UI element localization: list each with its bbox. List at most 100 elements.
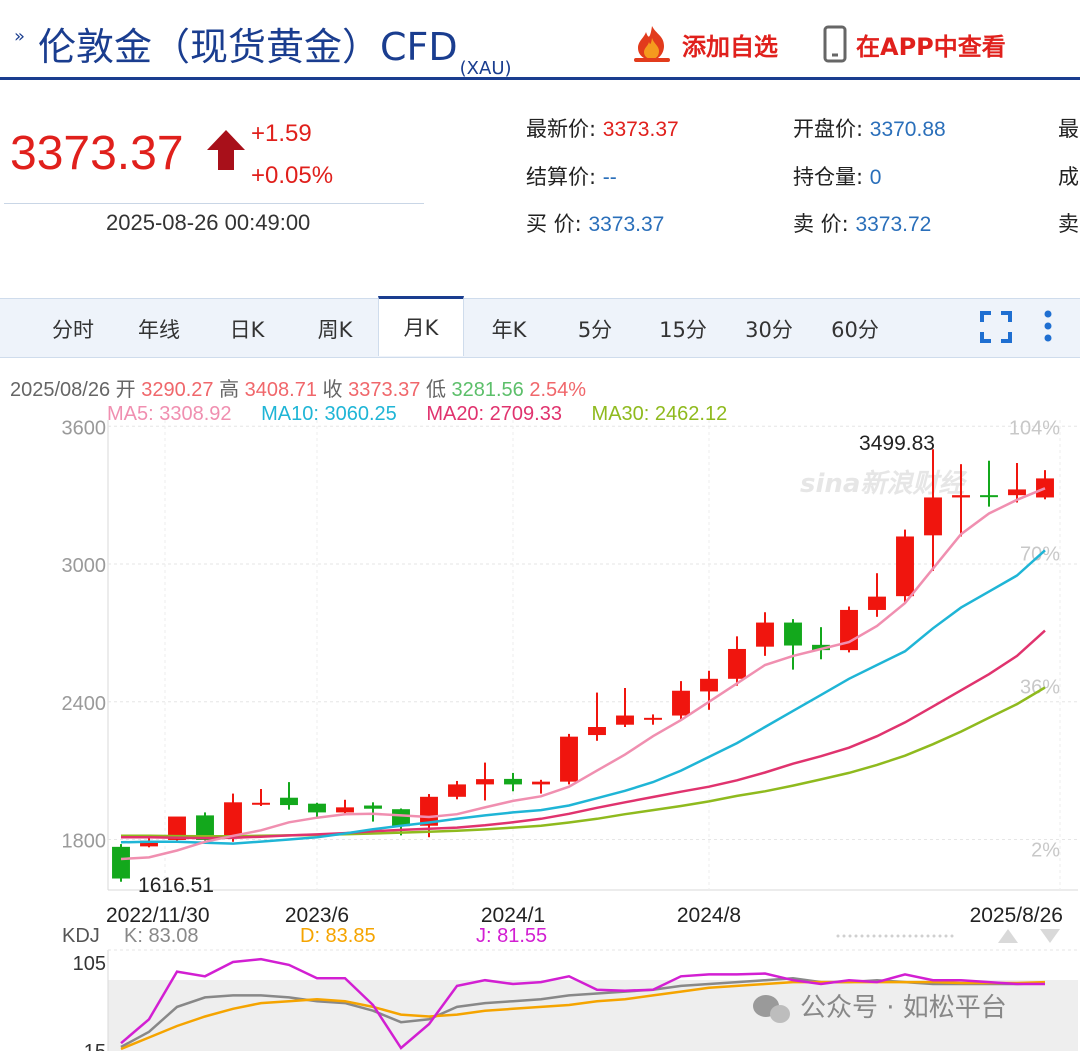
tab-6[interactable]: 5分 <box>552 299 638 357</box>
ohlc-date: 2025/08/26 <box>10 379 111 401</box>
quote-field-value: -- <box>602 166 617 189</box>
quote-divider <box>4 203 424 204</box>
tab-7[interactable]: 15分 <box>640 299 726 357</box>
tab-5[interactable]: 年K <box>466 299 552 357</box>
high-mark-label: 3499.83 <box>859 432 935 455</box>
y-tick-label: 2400 <box>62 693 107 715</box>
tab-4[interactable]: 月K <box>378 296 464 356</box>
candle-body <box>560 736 578 782</box>
quote-field-label: 卖 <box>1058 212 1079 236</box>
candle-body <box>112 846 130 879</box>
quote-field: 卖 价: 3373.72 <box>793 208 931 238</box>
scroll-dot <box>950 934 954 938</box>
quote-field-label: 最 <box>1058 117 1079 141</box>
ohlc-summary: 2025/08/26 开 3290.27 高 3408.71 收 3373.37… <box>10 373 586 402</box>
ohlc-close: 3373.37 <box>348 379 421 401</box>
scroll-dot <box>932 934 936 938</box>
scroll-dot <box>884 934 888 938</box>
wechat-icon-small <box>770 1005 790 1023</box>
candle-body <box>280 797 298 806</box>
tab-9[interactable]: 60分 <box>812 299 898 357</box>
scroll-dot <box>872 934 876 938</box>
quote-field-label: 卖 价: <box>793 212 856 236</box>
fullscreen-icon[interactable] <box>980 311 1012 343</box>
kline-chart[interactable]: 1800240030003600 104%70%36%2%sina新浪财经3499… <box>0 420 1080 1051</box>
tab-0[interactable]: 分时 <box>30 299 116 357</box>
ohlc-high-label: 高 <box>219 379 240 401</box>
low-mark-label: 1616.51 <box>138 874 214 897</box>
candle-body <box>1008 489 1026 496</box>
candle-body <box>896 536 914 597</box>
tab-3[interactable]: 周K <box>292 299 378 357</box>
candle-body <box>756 622 774 647</box>
quote-field: 持仓量: 0 <box>793 161 881 191</box>
scroll-dot <box>908 934 912 938</box>
scroll-up-icon <box>998 929 1018 943</box>
candle-body <box>672 690 690 716</box>
quote-field: 开盘价: 3370.88 <box>793 113 946 143</box>
candle-body <box>476 779 494 785</box>
scroll-dot <box>836 934 840 938</box>
candle-body <box>224 802 242 839</box>
candle-body <box>308 803 326 813</box>
candle-body <box>700 678 718 692</box>
candle-body <box>952 495 970 498</box>
scroll-dot <box>854 934 858 938</box>
candle-body <box>980 495 998 498</box>
period-tabs: 分时 年线 日K 周K 月K 年K 5分 15分 30分 60分 <box>0 296 1080 358</box>
pct-tick-label: 104% <box>1009 420 1060 439</box>
kdj-title: KDJ <box>62 925 100 947</box>
ohlc-low-label: 低 <box>425 379 446 401</box>
quote-field-label: 持仓量: <box>793 165 870 189</box>
candle-body <box>616 715 634 725</box>
quote-field-value: 3373.72 <box>855 213 932 236</box>
sina-watermark: sina新浪财经 <box>800 469 967 499</box>
view-in-app-label: 在APP中查看 <box>856 32 1006 61</box>
quote-field-label: 结算价: <box>526 165 603 189</box>
phone-icon <box>823 25 847 63</box>
pct-tick-label: 36% <box>1020 677 1060 699</box>
quote-time: 2025-08-26 00:49:00 <box>106 210 311 235</box>
quote-field-label: 成 <box>1058 165 1079 189</box>
tab-2[interactable]: 日K <box>204 299 290 357</box>
quote-field: 买 价: 3373.37 <box>526 208 664 238</box>
view-in-app-button[interactable]: 在APP中查看 <box>822 24 1006 64</box>
price-change-pct: +0.05% <box>251 162 334 189</box>
add-watchlist-button[interactable]: 添加自选 <box>630 24 778 64</box>
tab-1[interactable]: 年线 <box>116 299 202 357</box>
ohlc-open-label: 开 <box>115 379 136 401</box>
last-price: 3373.37 <box>10 127 184 180</box>
page-title: 伦敦金（现货黄金）CFD (XAU) <box>38 16 512 79</box>
candle-body <box>1036 478 1054 498</box>
candle-body <box>336 807 354 813</box>
ohlc-close-label: 收 <box>322 379 343 401</box>
quote-field-value: 3370.88 <box>869 118 946 141</box>
quote-field-label: 最新价: <box>526 117 603 141</box>
candle-body <box>364 805 382 809</box>
candle-body <box>504 778 522 785</box>
scroll-dot <box>866 934 870 938</box>
instrument-code: (XAU) <box>459 58 512 79</box>
tab-8[interactable]: 30分 <box>726 299 812 357</box>
candle-body <box>448 784 466 797</box>
kdj-j-legend: J: 81.55 <box>476 925 547 947</box>
scroll-down-icon <box>1040 929 1060 943</box>
ma30-line <box>121 686 1046 838</box>
quote-field-value: 3373.37 <box>602 118 679 141</box>
scroll-dot <box>860 934 864 938</box>
quote-field: 卖 <box>1058 208 1079 238</box>
candle-body <box>868 596 886 610</box>
y-tick-label: 3600 <box>62 420 107 439</box>
scroll-dot <box>896 934 900 938</box>
scroll-dot <box>920 934 924 938</box>
x-tick-label: 2025/8/26 <box>970 904 1063 927</box>
scroll-dot <box>878 934 882 938</box>
candle-body <box>532 781 550 785</box>
ohlc-open: 3290.27 <box>141 379 214 401</box>
x-tick-label: 2022/11/30 <box>106 904 210 927</box>
scroll-dot <box>842 934 846 938</box>
scroll-dot <box>848 934 852 938</box>
quote-field: 最 <box>1058 113 1079 143</box>
quote-field-value: 0 <box>869 166 882 189</box>
more-menu-icon[interactable] <box>1040 309 1056 343</box>
